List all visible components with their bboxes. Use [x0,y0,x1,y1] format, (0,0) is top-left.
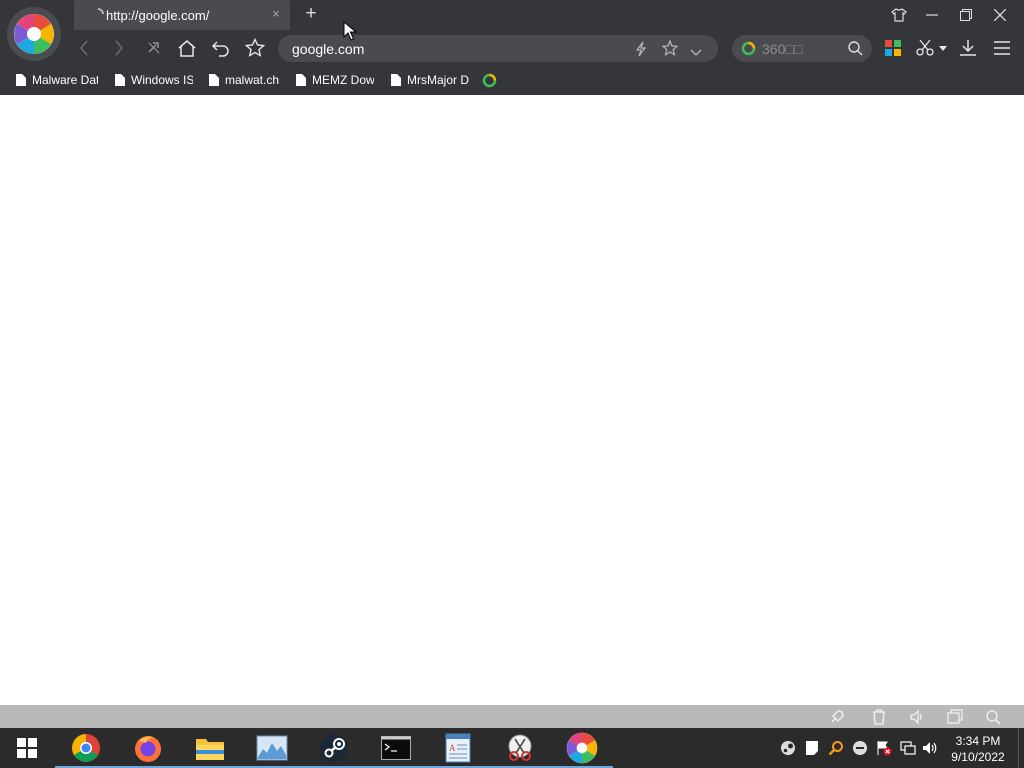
speaker-tray-icon[interactable] [922,739,940,757]
close-window-button[interactable] [983,0,1017,30]
back-button[interactable] [71,36,97,60]
steam-tray-icon[interactable] [779,739,797,757]
favorites-star-button[interactable] [242,36,268,60]
apps-grid-icon[interactable] [880,36,906,60]
page-icon [16,74,26,86]
firefox-icon[interactable] [117,728,179,768]
new-tab-button[interactable]: + [300,4,322,26]
bookmark-item[interactable]: malwat.ch [209,71,285,89]
search-placeholder: 360□□ [762,41,803,57]
lightning-icon[interactable] [634,41,648,62]
trash-icon[interactable] [870,708,888,726]
bookmark-item[interactable]: Windows IS [115,71,193,89]
360-bookmark-icon[interactable] [482,71,500,89]
file-explorer-icon[interactable] [179,728,241,768]
page-icon [209,74,219,86]
taskbar: A 3:34 PM 9/10/2022 [0,728,1024,768]
360-browser-icon[interactable] [551,728,613,768]
bookmarks-bar: Malware Dat Windows IS malwat.ch MEMZ Do… [0,66,1024,95]
bookmark-item[interactable]: Malware Dat [16,71,98,89]
show-desktop-button[interactable] [1018,728,1024,768]
bookmark-item[interactable]: MEMZ Dow [296,71,374,89]
clock-date: 9/10/2022 [951,750,1005,764]
scissors-dropdown-icon[interactable] [936,36,950,60]
restore-button[interactable] [949,0,983,30]
status-bar [0,705,1024,728]
screenshot-scissors-icon[interactable] [912,36,938,60]
snipping-tool-icon[interactable] [489,728,551,768]
tab-title: http://google.com/ [106,8,210,23]
minimize-button[interactable] [915,0,949,30]
do-not-disturb-tray-icon[interactable] [851,739,869,757]
mouse-cursor-icon [343,21,357,41]
page-icon [391,74,401,86]
address-text[interactable]: google.com [292,41,364,57]
zoom-icon[interactable] [984,708,1002,726]
home-button[interactable] [174,36,200,60]
skin-icon[interactable] [882,0,916,30]
download-icon[interactable] [955,36,981,60]
speedup-rocket-icon[interactable] [828,708,846,726]
magnifier-tray-icon[interactable] [827,739,845,757]
resource-monitor-icon[interactable] [241,728,303,768]
bookmark-item[interactable]: MrsMajor D [391,71,469,89]
window-mode-icon[interactable] [946,708,964,726]
page-content[interactable] [0,95,1024,705]
360-search-icon [741,41,756,61]
page-icon [115,74,125,86]
chrome-icon[interactable] [55,728,117,768]
undo-close-tab-button[interactable] [208,36,234,60]
clock[interactable]: 3:34 PM 9/10/2022 [944,733,1012,765]
search-icon[interactable] [848,41,863,61]
svg-text:A: A [449,743,456,753]
forward-button[interactable] [106,36,132,60]
steam-icon[interactable] [303,728,365,768]
chevron-down-icon[interactable] [690,44,702,62]
start-button[interactable] [0,728,54,768]
command-prompt-icon[interactable] [365,728,427,768]
menu-icon[interactable] [989,36,1015,60]
bookmark-star-icon[interactable] [661,39,679,61]
search-box[interactable]: 360□□ [732,35,872,62]
tab-close-button[interactable]: × [268,6,284,22]
wordpad-icon[interactable]: A [427,728,489,768]
volume-icon[interactable] [908,708,926,726]
loading-spinner-icon [97,8,104,15]
security-flag-tray-icon[interactable] [875,739,893,757]
tab-google[interactable]: http://google.com/ × [74,0,290,30]
toolbar: google.com 360□□ [0,30,1024,66]
page-icon [296,74,306,86]
clock-time: 3:34 PM [955,734,1001,748]
notes-tray-icon[interactable] [803,739,821,757]
network-tray-icon[interactable] [899,739,917,757]
stop-loading-button[interactable] [141,36,167,60]
browser-chrome: http://google.com/ × + google.com 360□□ … [0,0,1024,95]
